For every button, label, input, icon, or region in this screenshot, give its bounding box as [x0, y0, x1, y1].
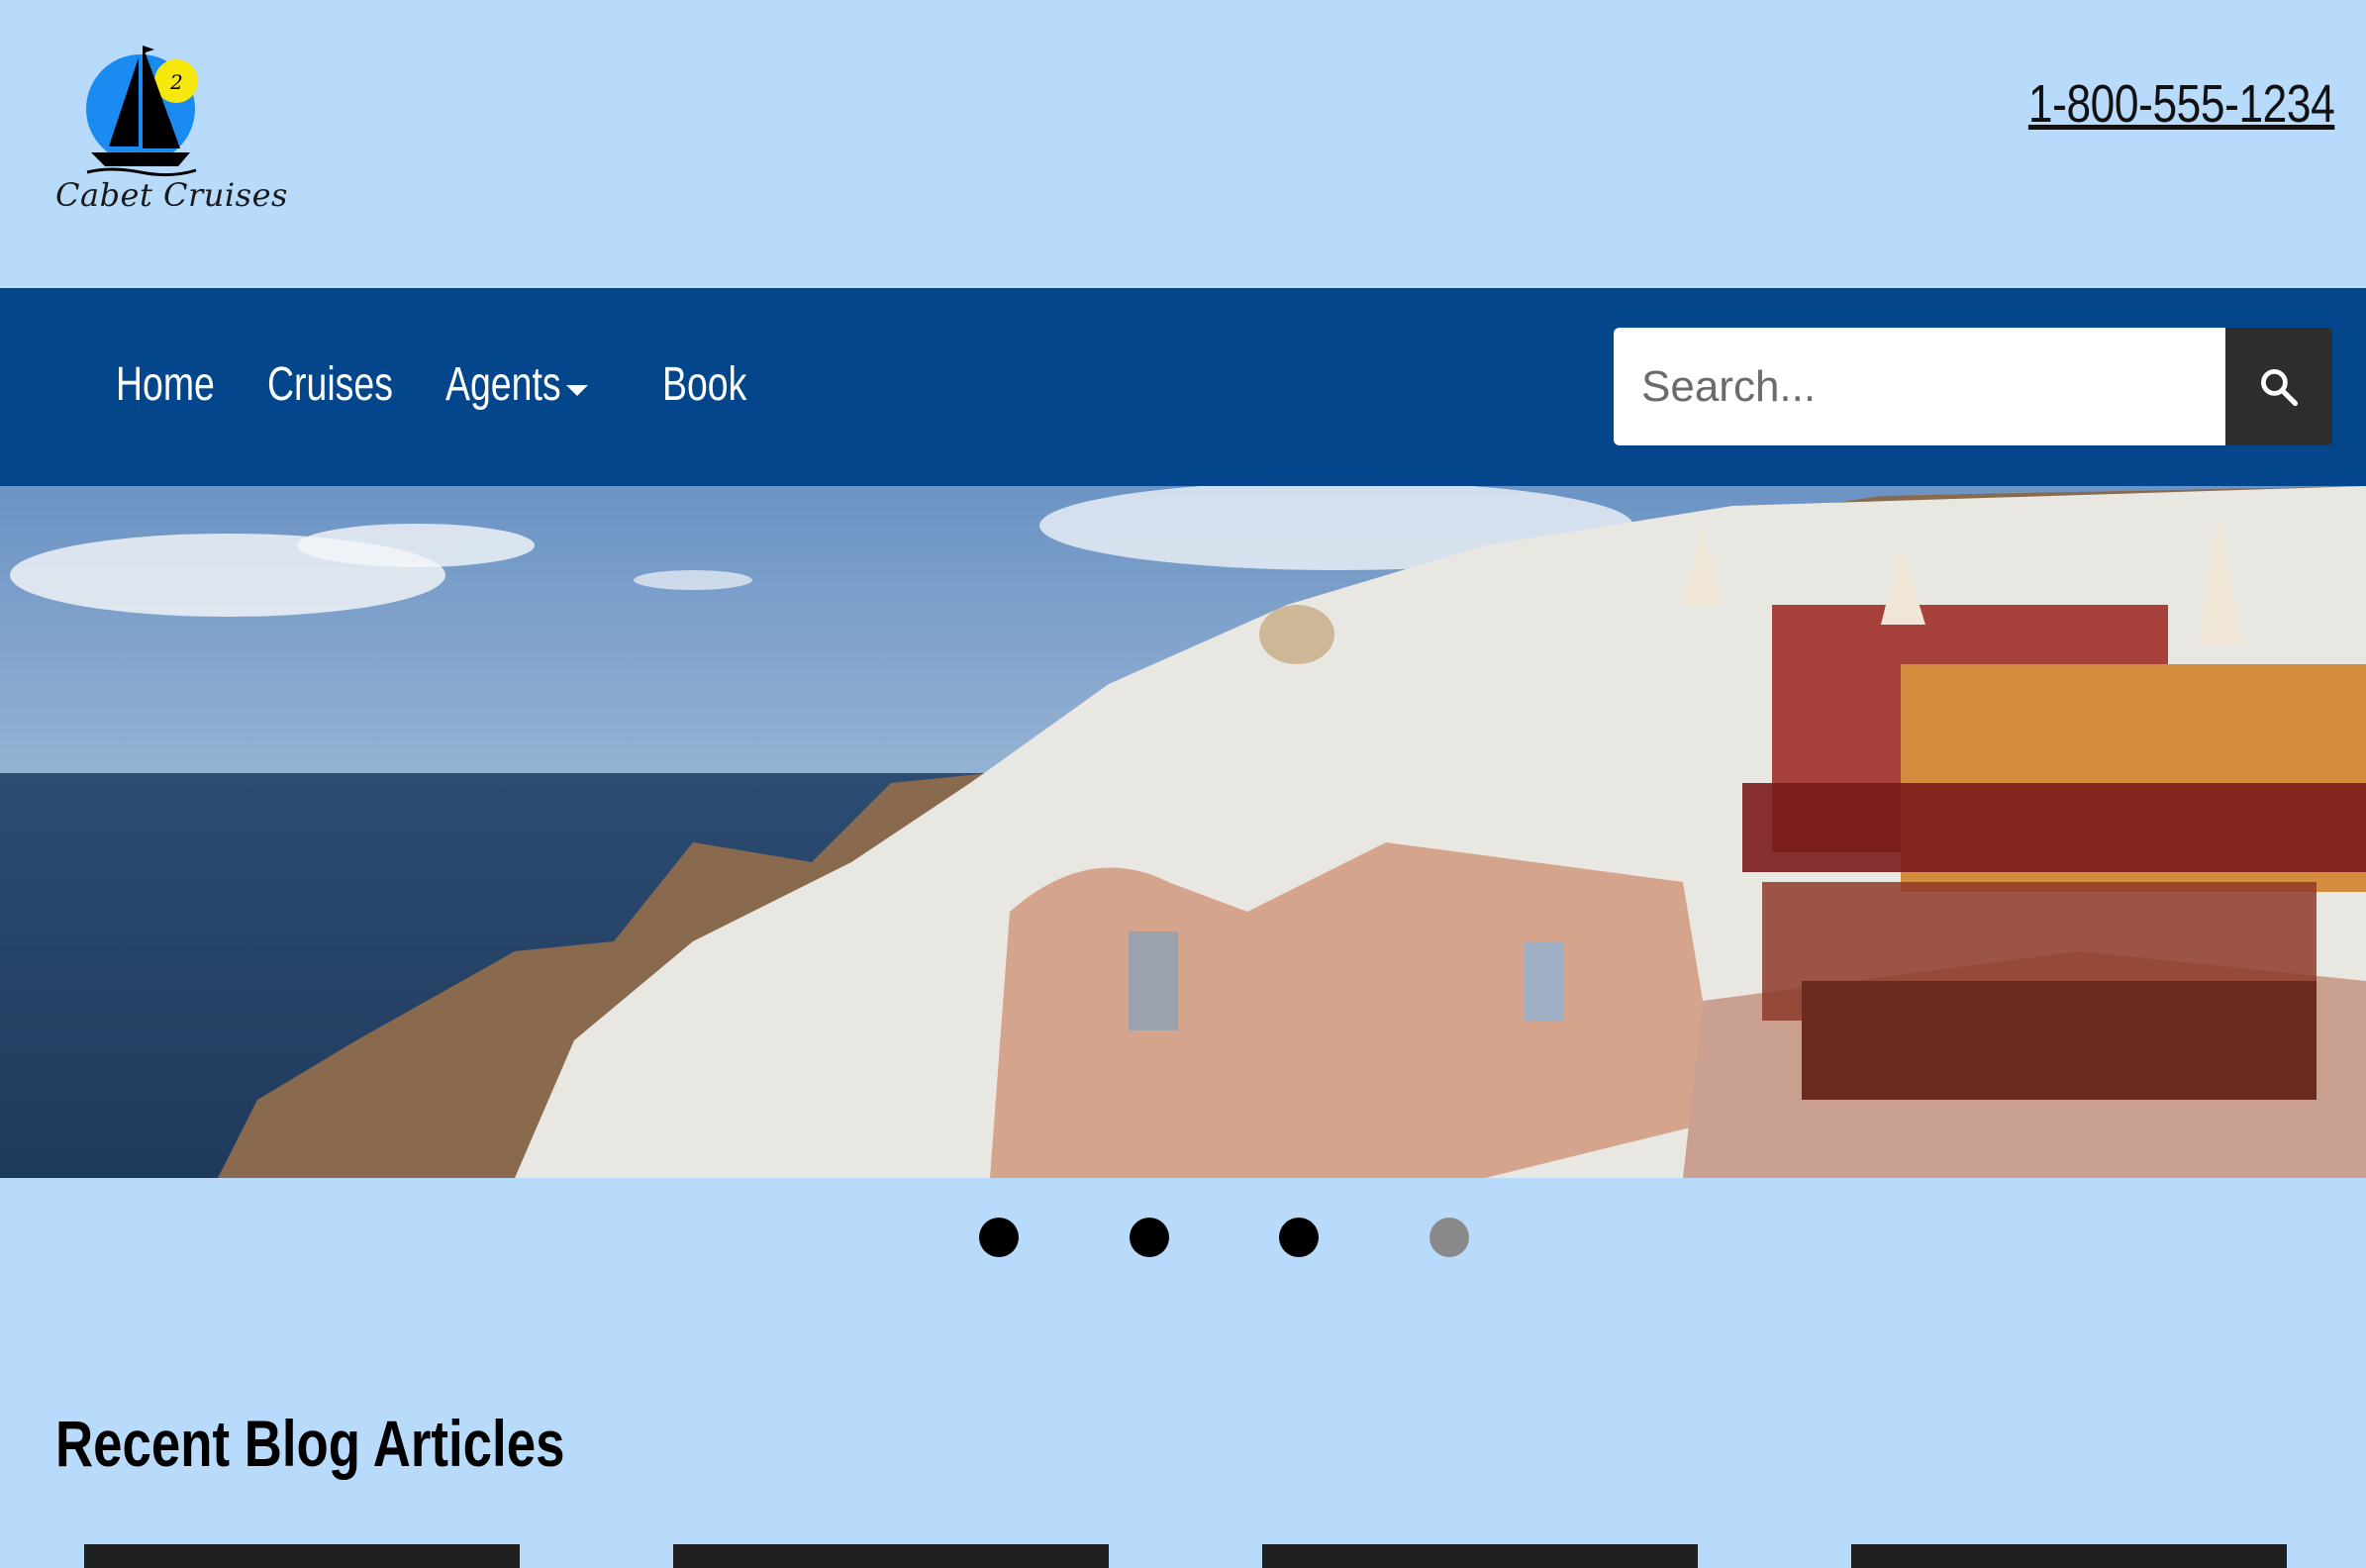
nav-item-home[interactable]: Home: [116, 357, 215, 412]
carousel-dot-2[interactable]: [1130, 1218, 1169, 1257]
hero-carousel: [0, 486, 2366, 1178]
phone-link[interactable]: 1-800-555-1234: [2028, 73, 2335, 135]
nav-item-cruises[interactable]: Cruises: [267, 357, 393, 412]
chevron-down-icon[interactable]: [566, 385, 588, 396]
brand-name: Cabet Cruises: [55, 176, 288, 214]
blog-section-title: Recent Blog Articles: [55, 1407, 565, 1480]
carousel-dot-4[interactable]: [1429, 1218, 1469, 1257]
carousel-indicators: [0, 1218, 2366, 1259]
blog-card-1[interactable]: [84, 1544, 520, 1568]
svg-text:2: 2: [169, 70, 183, 94]
main-nav: Home Cruises Agents Book: [0, 288, 2366, 486]
carousel-dot-3[interactable]: [1279, 1218, 1319, 1257]
blog-card-3[interactable]: [1262, 1544, 1698, 1568]
carousel-dot-1[interactable]: [979, 1218, 1019, 1257]
search-input[interactable]: [1614, 328, 2225, 445]
nav-item-book[interactable]: Book: [662, 357, 746, 412]
nav-item-agents[interactable]: Agents: [445, 357, 561, 412]
blog-card-4[interactable]: [1851, 1544, 2287, 1568]
hero-image: [0, 486, 2366, 1178]
search-button[interactable]: [2225, 328, 2332, 445]
search-icon: [2261, 368, 2299, 406]
blog-card-2[interactable]: [673, 1544, 1109, 1568]
site-header: 2 Cabet Cruises 1-800-555-1234: [0, 0, 2366, 288]
